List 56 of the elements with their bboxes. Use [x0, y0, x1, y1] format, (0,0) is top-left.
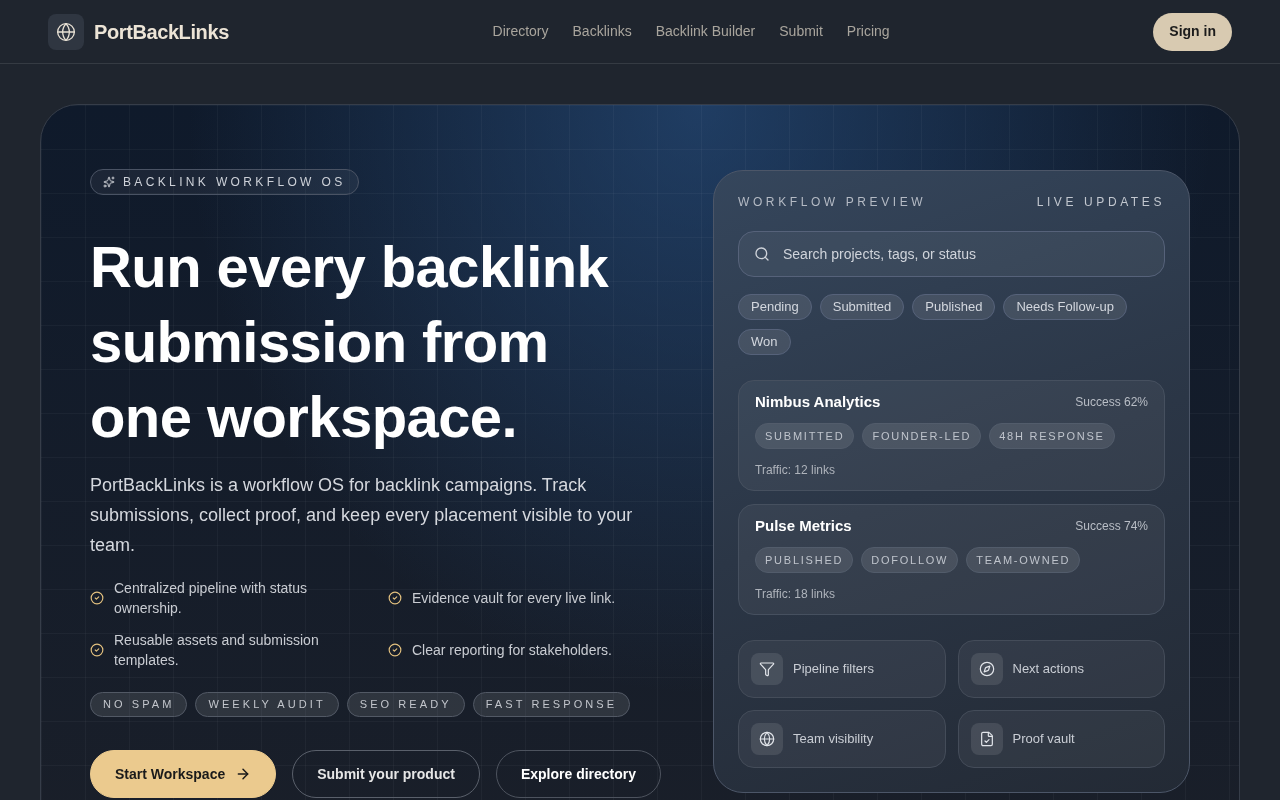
traffic-text: Traffic: 12 links — [755, 462, 837, 478]
project-tag: DOFOLLOW — [861, 547, 959, 573]
quick-action-tile[interactable]: Proof vault — [957, 710, 1165, 768]
check-circle-icon — [388, 643, 402, 657]
nav-link[interactable]: Pricing — [846, 21, 890, 42]
status-filter-chip[interactable]: Pending — [738, 294, 812, 320]
globe-icon — [751, 723, 783, 755]
status-filter-chip[interactable]: Won — [738, 329, 791, 355]
panel-title: WORKFLOW PREVIEW — [738, 194, 927, 211]
sign-in-button[interactable]: Sign in — [1153, 12, 1232, 51]
hero-description: PortBackLinks is a workflow OS for backlink campaigns. Track submissions, collect proof, and keep every placement visible to your team. — [90, 474, 634, 557]
project-name: Nimbus Analytics — [755, 393, 881, 411]
status-filter-chip[interactable]: Published — [912, 294, 996, 320]
traffic-text: Traffic: 18 links — [755, 586, 837, 602]
nav-link[interactable]: Backlinks — [572, 21, 632, 42]
funnel-icon — [751, 653, 783, 685]
feature-tag: SEO READY — [346, 692, 465, 717]
quick-action-tile[interactable]: Pipeline filters — [738, 640, 946, 698]
project-card[interactable]: Nimbus Analytics Success 62% SUBMITTED FOUNDER-LED 48H RESPONSE Traffic: 12 links — [738, 380, 1165, 491]
feature-text: Clear reporting for stakeholders. — [412, 641, 612, 660]
project-tag: TEAM-OWNED — [966, 547, 1081, 573]
category-badge: BACKLINK WORKFLOW OS — [90, 169, 359, 195]
project-name: Pulse Metrics — [755, 517, 852, 535]
nav-link[interactable]: Backlink Builder — [655, 21, 756, 42]
success-rate: Success 74% — [1075, 518, 1148, 534]
project-tag: 48H RESPONSE — [989, 423, 1115, 449]
feature-tag: WEEKLY AUDIT — [195, 692, 339, 717]
search-icon — [754, 246, 770, 262]
document-check-icon — [970, 723, 1003, 755]
quick-action-tile[interactable]: Team visibility — [738, 710, 946, 768]
quick-action-tile[interactable]: Next actions — [957, 640, 1165, 698]
sparkles-icon — [103, 176, 115, 188]
status-filter-chip[interactable]: Needs Follow-up — [1003, 294, 1127, 320]
feature-text: Evidence vault for every live link. — [412, 589, 616, 608]
check-circle-icon — [90, 591, 104, 605]
feature-tag: FAST RESPONSE — [472, 692, 631, 717]
project-card[interactable]: Pulse Metrics Success 74% PUBLISHED DOFOLLOW TEAM-OWNED Traffic: 18 links — [738, 504, 1165, 615]
check-circle-icon — [90, 643, 104, 657]
project-tag: FOUNDER-LED — [862, 423, 982, 449]
cta-button[interactable]: Start Workspace — [90, 750, 277, 798]
feature-tag: NO SPAM — [90, 692, 188, 717]
live-updates-label: LIVE UPDATES — [1036, 194, 1165, 211]
brand-name[interactable]: PortBackLinks — [94, 16, 229, 47]
status-filter-chip[interactable]: Submitted — [819, 294, 905, 320]
globe-logo-icon — [48, 13, 84, 50]
nav-link[interactable]: Submit — [779, 21, 823, 42]
project-tag: SUBMITTED — [755, 423, 855, 449]
project-tag: PUBLISHED — [755, 547, 854, 573]
feature-text: Reusable assets and submission templates. — [114, 631, 320, 670]
compass-icon — [970, 653, 1003, 685]
success-rate: Success 62% — [1075, 394, 1148, 410]
hero-headline: Run every backlink submission from one workspace. — [90, 233, 610, 451]
nav-link[interactable]: Directory — [492, 21, 549, 42]
search-field[interactable]: Search projects, tags, or status — [738, 231, 1165, 277]
feature-text: Centralized pipeline with status ownership. — [114, 579, 308, 618]
check-circle-icon — [388, 591, 402, 605]
